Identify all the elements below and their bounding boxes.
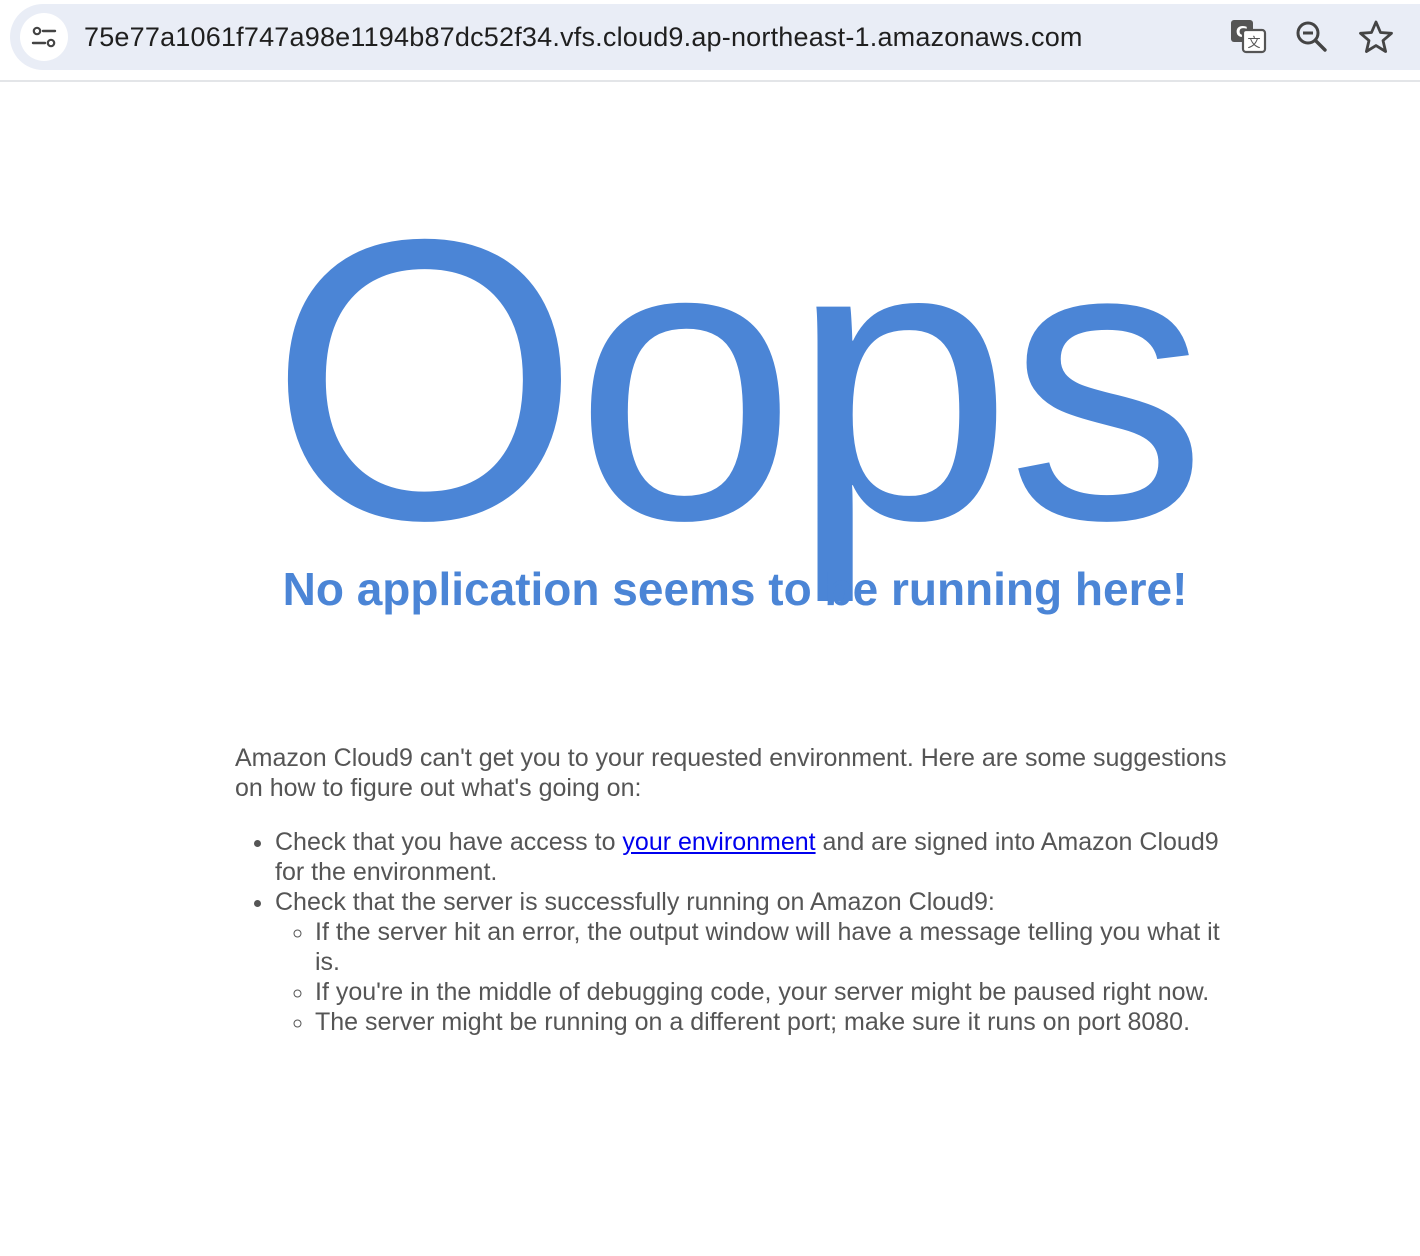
translate-button[interactable]: G 文 (1228, 17, 1268, 57)
list-item-text: Check that the server is successfully ru… (275, 888, 995, 916)
star-icon (1359, 20, 1393, 53)
headline: Oops (268, 156, 1207, 603)
sub-list-item: If the server hit an error, the output w… (315, 917, 1245, 977)
sub-list-item: The server might be running on a differe… (315, 1007, 1245, 1037)
svg-text:文: 文 (1247, 36, 1260, 51)
zoom-button[interactable] (1292, 17, 1332, 57)
suggestion-list: Check that you have access to your envir… (235, 827, 1245, 1037)
zoom-icon (1296, 21, 1327, 52)
address-bar[interactable]: 75e77a1061f747a98e1194b87dc52f34.vfs.clo… (10, 4, 1420, 70)
sub-suggestion-list: If the server hit an error, the output w… (275, 917, 1245, 1037)
intro-text: Amazon Cloud9 can't get you to your requ… (235, 744, 1227, 802)
browser-toolbar: 75e77a1061f747a98e1194b87dc52f34.vfs.clo… (0, 0, 1420, 82)
your-environment-link[interactable]: your environment (622, 828, 815, 856)
list-item: Check that you have access to your envir… (275, 827, 1245, 887)
site-settings-button[interactable] (20, 13, 68, 61)
sub-list-item: If you're in the middle of debugging cod… (315, 977, 1245, 1007)
subtitle: No application seems to be running here! (282, 563, 1188, 615)
url-text[interactable]: 75e77a1061f747a98e1194b87dc52f34.vfs.clo… (84, 18, 1083, 56)
site-settings-icon (31, 26, 57, 48)
bookmark-button[interactable] (1356, 17, 1396, 57)
help-content: Amazon Cloud9 can't get you to your requ… (235, 743, 1245, 1037)
list-item-text: Check that you have access to (275, 828, 623, 856)
list-item: Check that the server is successfully ru… (275, 887, 1245, 1037)
translate-icon: G 文 (1231, 20, 1267, 54)
